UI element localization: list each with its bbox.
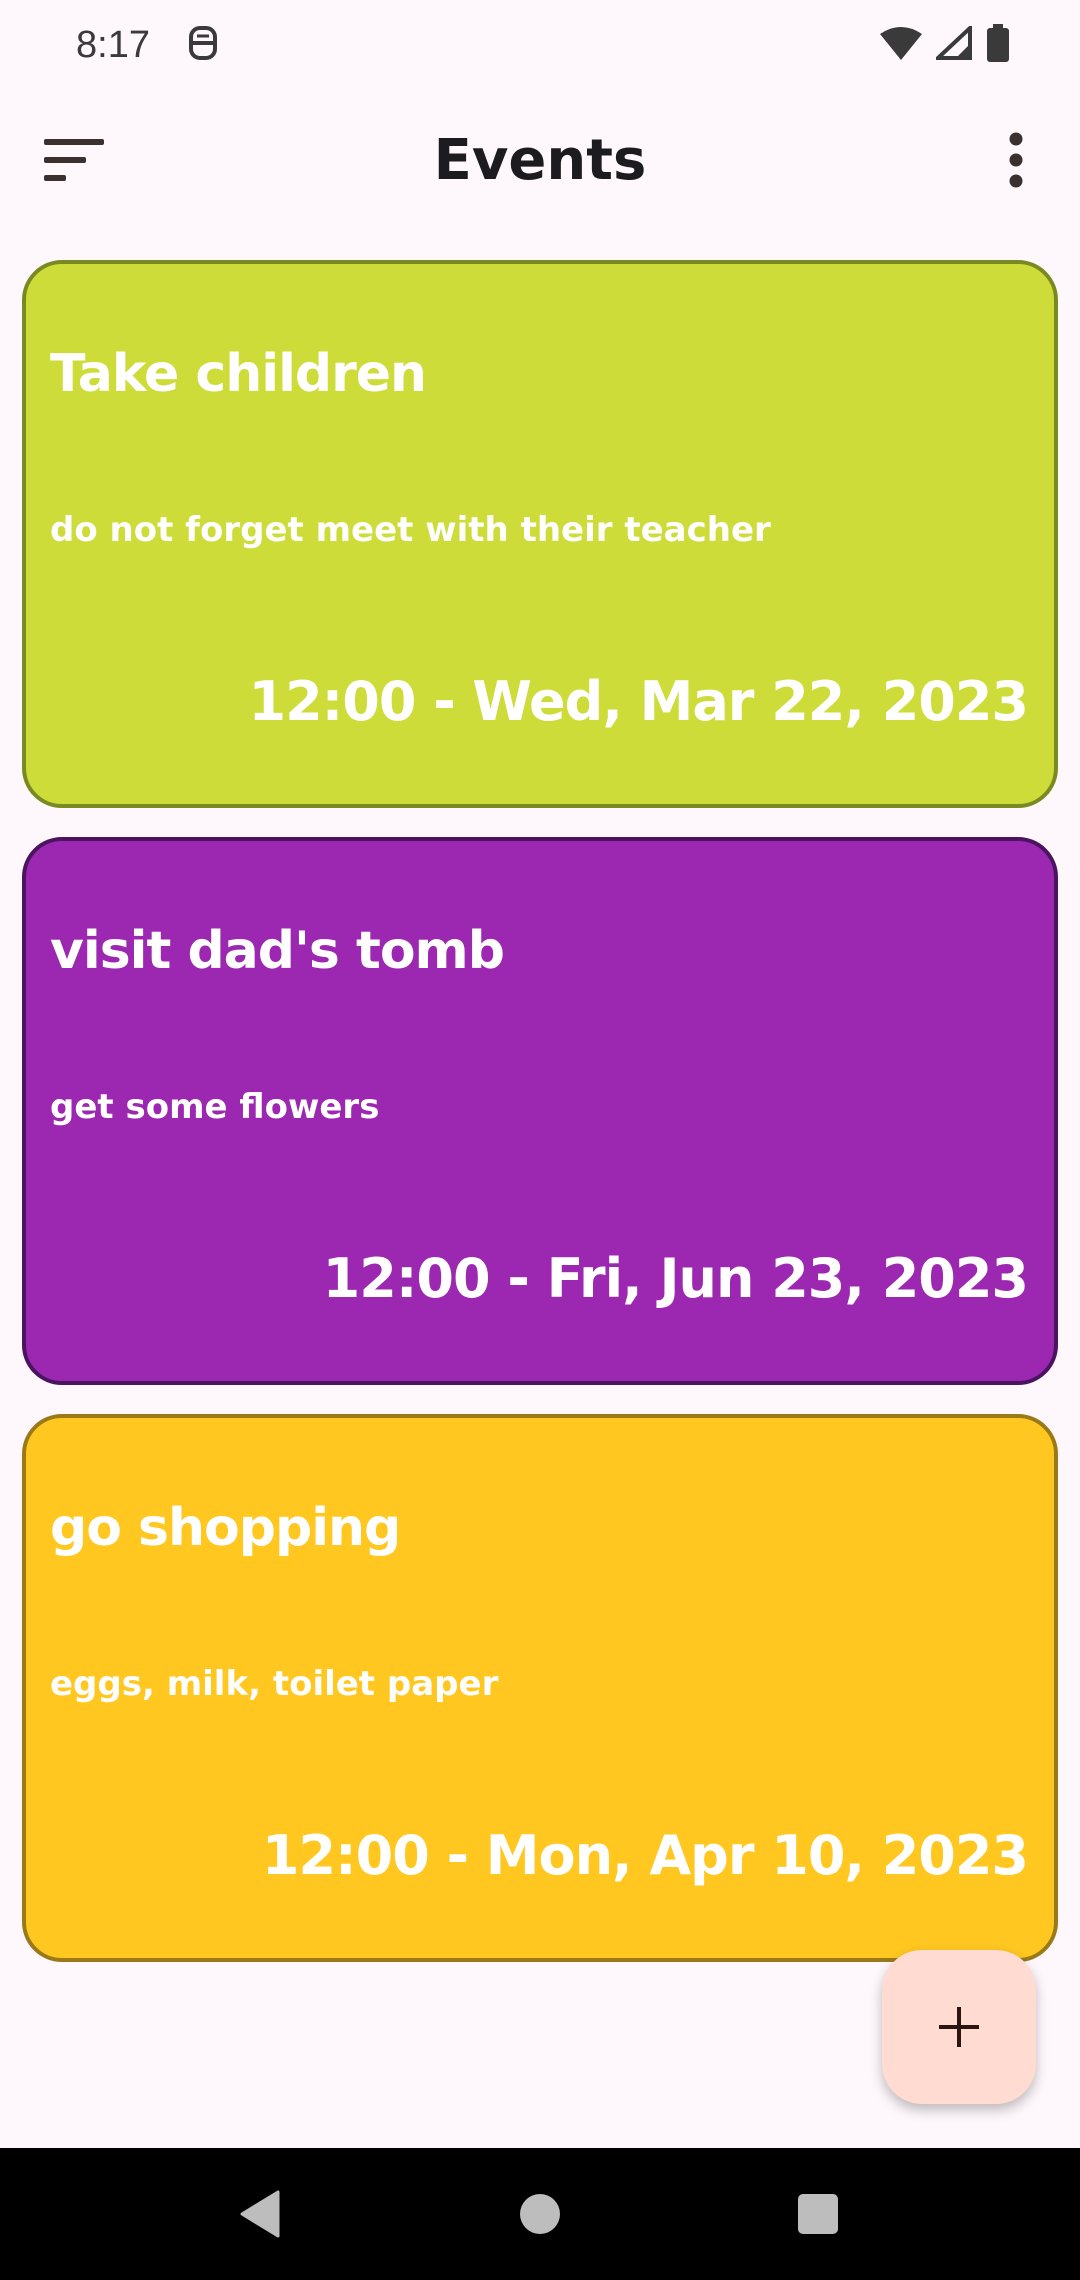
battery-icon (986, 24, 1010, 66)
sort-icon (44, 139, 104, 181)
event-card[interactable]: go shopping eggs, milk, toilet paper 12:… (22, 1414, 1058, 1962)
event-title: Take children (50, 344, 427, 404)
page-title: Events (433, 127, 647, 193)
add-event-button[interactable] (882, 1950, 1036, 2104)
more-options-button[interactable] (980, 120, 1052, 200)
events-screen: 8:17 Events Take children do not forget … (0, 0, 1080, 2280)
notification-app-icon (186, 24, 220, 66)
recents-button[interactable] (788, 2184, 848, 2244)
event-card[interactable]: Take children do not forget meet with th… (22, 260, 1058, 808)
event-title: visit dad's tomb (50, 921, 505, 981)
event-datetime: 12:00 - Fri, Jun 23, 2023 (322, 1247, 1029, 1310)
wifi-icon (880, 26, 922, 64)
event-title: go shopping (50, 1498, 401, 1558)
event-description: do not forget meet with their teacher (50, 510, 771, 550)
status-bar: 8:17 (0, 0, 1080, 90)
status-time: 8:17 (76, 23, 150, 66)
back-button[interactable] (230, 2184, 290, 2244)
event-datetime: 12:00 - Wed, Mar 22, 2023 (248, 670, 1029, 733)
event-datetime: 12:00 - Mon, Apr 10, 2023 (261, 1824, 1029, 1887)
top-app-bar: Events (0, 100, 1080, 220)
back-triangle-icon (240, 2190, 280, 2238)
plus-icon (939, 2007, 979, 2047)
event-card[interactable]: visit dad's tomb get some flowers 12:00 … (22, 837, 1058, 1385)
more-vert-icon (1009, 132, 1023, 188)
recents-square-icon (798, 2194, 838, 2234)
cell-signal-icon (932, 23, 972, 64)
event-description: get some flowers (50, 1087, 380, 1127)
system-navigation-bar (0, 2148, 1080, 2280)
home-button[interactable] (510, 2184, 570, 2244)
home-circle-icon (520, 2194, 560, 2234)
sort-menu-button[interactable] (28, 128, 120, 192)
event-description: eggs, milk, toilet paper (50, 1664, 499, 1704)
